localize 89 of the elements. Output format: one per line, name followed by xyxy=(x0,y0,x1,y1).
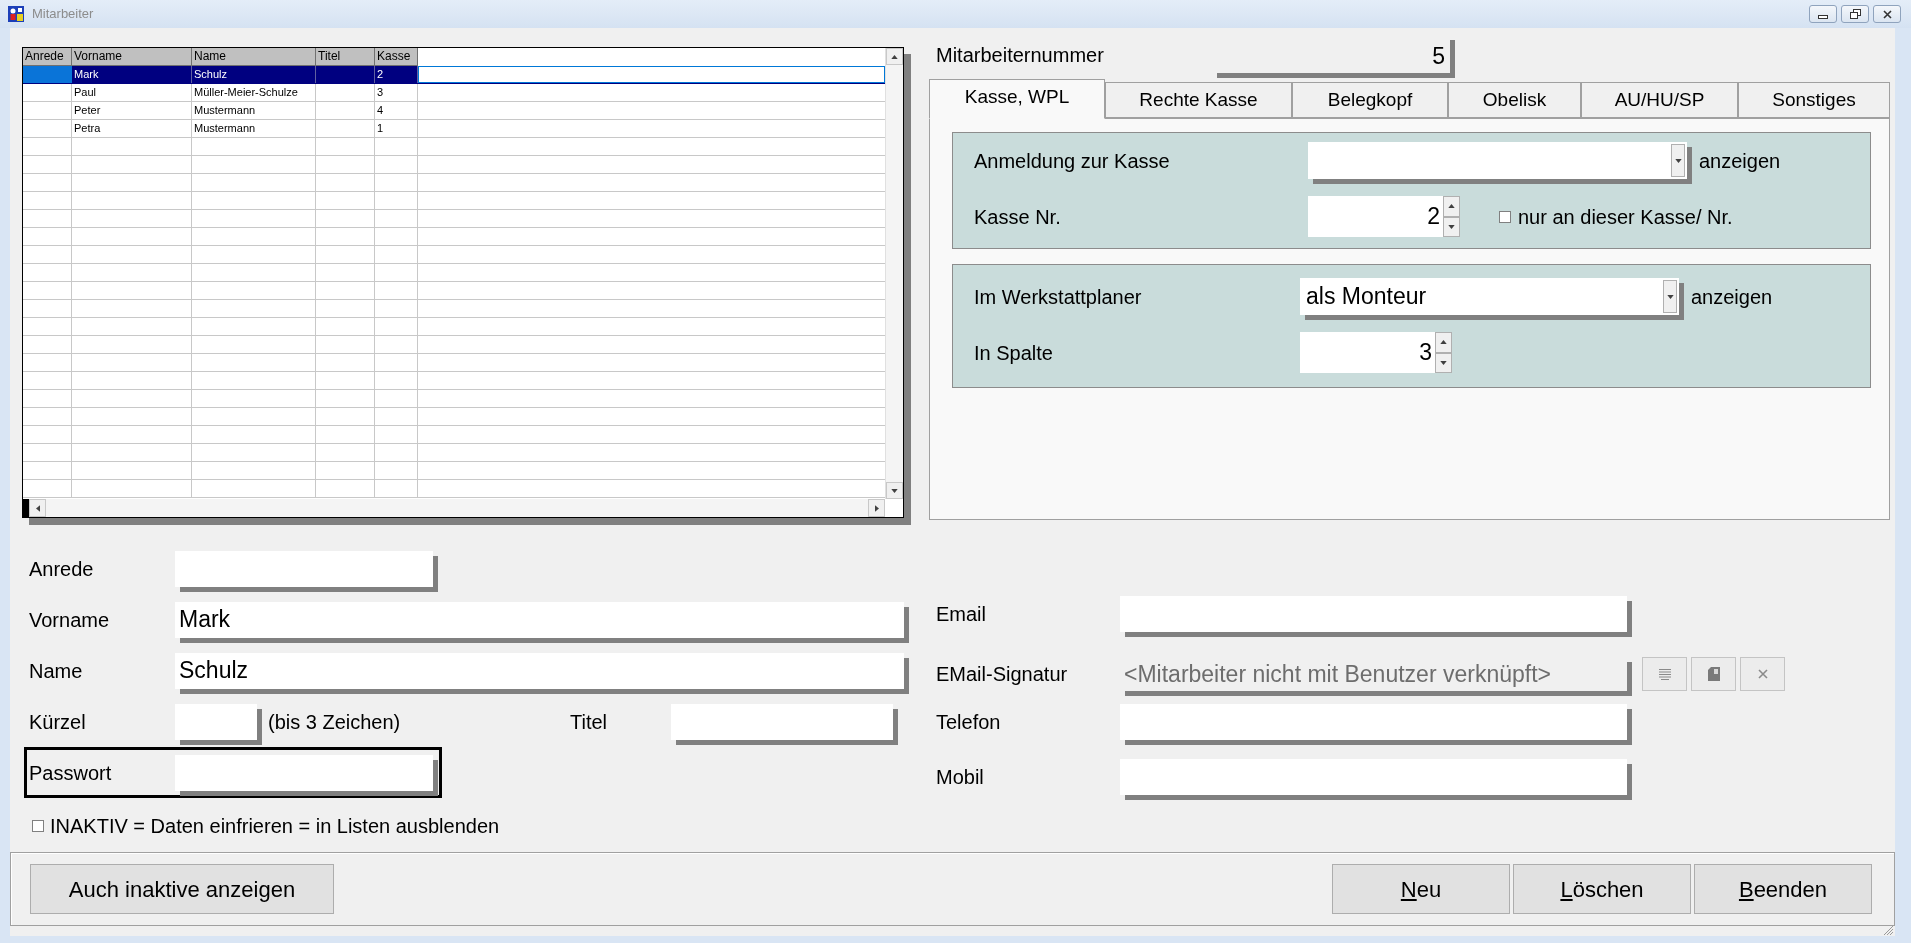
table-cell: Peter xyxy=(72,102,192,119)
column-header[interactable]: Anrede xyxy=(23,48,72,66)
down-arrow-icon xyxy=(891,488,898,493)
table-cell: Schulz xyxy=(192,66,316,83)
table-cell: Müller-Meier-Schulze xyxy=(192,84,316,101)
document-icon xyxy=(1707,667,1720,681)
tab[interactable]: Kasse, WPL xyxy=(929,79,1105,119)
scroll-up-button[interactable] xyxy=(886,48,903,65)
tab[interactable]: AU/HU/SP xyxy=(1581,82,1738,118)
field-label: anzeigen xyxy=(1699,148,1781,174)
exit-button[interactable]: Beenden xyxy=(1694,864,1872,914)
horizontal-scrollbar[interactable] xyxy=(23,499,885,517)
field-label: Anmeldung zur Kasse xyxy=(974,149,1170,172)
field-label: Telefon xyxy=(936,711,1001,733)
checkbox[interactable] xyxy=(1499,210,1511,223)
caret-down-icon xyxy=(1674,158,1682,163)
table-row[interactable]: Petra Mustermann 1 xyxy=(23,120,885,138)
scroll-left-button[interactable] xyxy=(29,499,46,517)
minimize-button[interactable] xyxy=(1809,5,1837,23)
table-cell: 1 xyxy=(375,120,418,137)
field-label: Anrede xyxy=(29,557,94,580)
field-label: Kasse Nr. xyxy=(974,205,1061,228)
field-label: Email xyxy=(936,603,986,625)
table-cell: Mark xyxy=(72,66,192,83)
table-row[interactable]: Peter Mustermann 4 xyxy=(23,102,885,120)
vertical-scrollbar[interactable] xyxy=(885,48,903,499)
caret-down-icon xyxy=(1666,294,1674,299)
dropdown-button[interactable] xyxy=(1671,144,1685,177)
new-button[interactable]: Neu xyxy=(1332,864,1510,914)
restore-button[interactable] xyxy=(1841,5,1869,23)
field-label: Vorname xyxy=(29,608,110,631)
field-label: Mobil xyxy=(936,766,984,788)
app-icon xyxy=(8,6,24,22)
x-icon xyxy=(1757,669,1768,679)
table-cell: Petra xyxy=(72,120,192,137)
minimize-icon xyxy=(1818,15,1828,19)
field-label: Mitarbeiternummer xyxy=(936,44,1104,66)
up-arrow-icon xyxy=(891,54,898,59)
field-label: anzeigen xyxy=(1691,284,1773,310)
table-cell: Paul xyxy=(72,84,192,101)
field-label: Titel xyxy=(570,710,608,733)
spin-down-button[interactable] xyxy=(1443,216,1460,237)
scroll-down-button[interactable] xyxy=(886,482,903,499)
table-cell: 4 xyxy=(375,102,418,119)
tab[interactable]: Sonstiges xyxy=(1738,82,1890,118)
resize-grip-icon[interactable] xyxy=(1884,926,1894,936)
delete-button[interactable]: Löschen xyxy=(1513,864,1691,914)
close-button[interactable] xyxy=(1873,5,1901,23)
down-arrow-icon xyxy=(1448,224,1455,229)
spin-up-button[interactable] xyxy=(1443,196,1460,217)
close-icon xyxy=(1882,9,1892,19)
spin-down-button[interactable] xyxy=(1435,352,1452,373)
column-header[interactable]: Vorname xyxy=(72,48,192,66)
table-cell: Mustermann xyxy=(192,120,316,137)
tab[interactable]: Obelisk xyxy=(1448,82,1581,118)
column-header[interactable]: Name xyxy=(192,48,316,66)
hint-text: (bis 3 Zeichen) xyxy=(268,710,401,733)
field-label: Name xyxy=(29,659,83,682)
table-cell: 3 xyxy=(375,84,418,101)
field-label: In Spalte xyxy=(974,341,1053,364)
spin-up-button[interactable] xyxy=(1435,332,1452,353)
field-label: Im Werkstattplaner xyxy=(974,285,1142,308)
window-title: Mitarbeiter xyxy=(32,5,94,24)
up-arrow-icon xyxy=(1448,204,1455,209)
number-field[interactable]: 3 xyxy=(1300,332,1452,373)
up-arrow-icon xyxy=(1440,340,1447,345)
right-arrow-icon xyxy=(874,504,879,512)
field-label: Kürzel xyxy=(29,710,86,733)
checkbox-label[interactable]: nur an dieser Kasse/ Nr. xyxy=(1518,201,1733,232)
column-header[interactable]: Titel xyxy=(316,48,375,66)
column-header[interactable]: Kasse xyxy=(375,48,418,66)
checkbox[interactable] xyxy=(32,820,44,832)
dropdown-button[interactable] xyxy=(1663,280,1677,313)
number-field[interactable]: 2 xyxy=(1308,196,1460,237)
tab[interactable]: Rechte Kasse xyxy=(1105,82,1292,118)
table-row[interactable]: Paul Müller-Meier-Schulze 3 xyxy=(23,84,885,102)
table-row[interactable]: Mark Schulz 2 xyxy=(23,66,885,84)
table-cell: Mustermann xyxy=(192,102,316,119)
down-arrow-icon xyxy=(1440,360,1447,365)
field-label: EMail-Signatur xyxy=(936,663,1068,685)
restore-icon xyxy=(1849,9,1861,19)
scroll-right-button[interactable] xyxy=(868,499,885,517)
align-button[interactable] xyxy=(1642,657,1687,691)
document-button[interactable] xyxy=(1691,657,1736,691)
tab[interactable]: Belegkopf xyxy=(1292,82,1448,118)
lines-icon xyxy=(1658,668,1671,680)
checkbox-label[interactable]: INAKTIV = Daten einfrieren = in Listen ausblenden xyxy=(50,811,500,841)
left-arrow-icon xyxy=(35,504,40,512)
field-label: Passwort xyxy=(29,761,112,784)
